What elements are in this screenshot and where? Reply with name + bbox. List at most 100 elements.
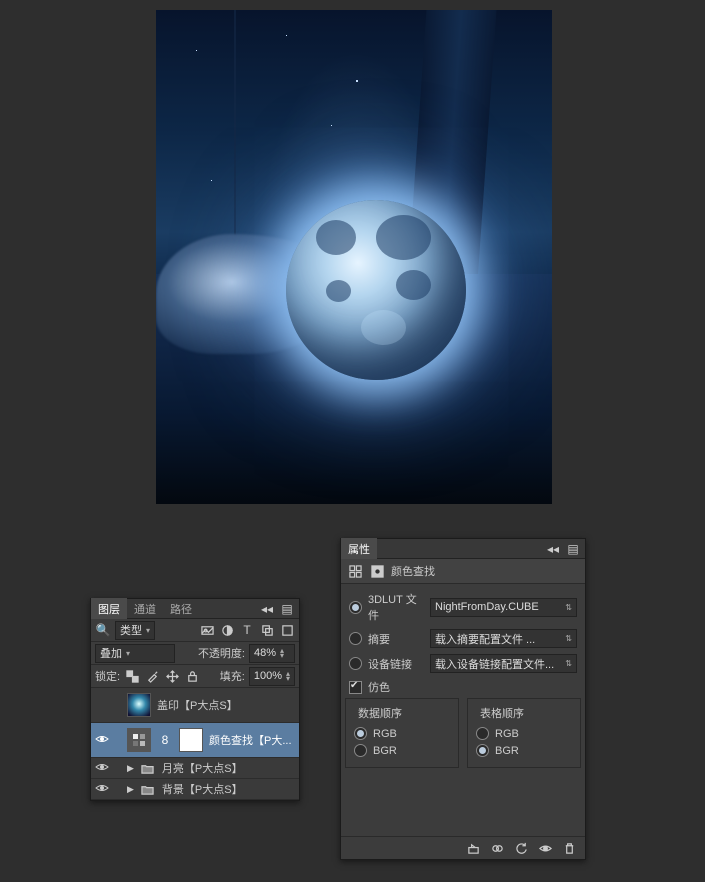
lock-all-icon[interactable] [184, 668, 200, 684]
properties-header: 颜色查找 [341, 559, 585, 584]
lock-label: 锁定: [95, 668, 120, 684]
fill-label: 填充: [220, 668, 245, 684]
devlink-label: 设备链接 [368, 656, 424, 672]
devlink-row: 设备链接 载入设备链接配置文件... ⇅ [341, 651, 585, 676]
abstract-dropdown[interactable]: 载入摘要配置文件 ... ⇅ [430, 629, 577, 648]
radio-table-bgr[interactable] [476, 744, 489, 757]
table-order-title: 表格顺序 [476, 705, 572, 721]
folder-icon [140, 760, 156, 776]
mask-icon[interactable] [369, 563, 385, 579]
blend-mode-dropdown[interactable]: 叠加 ▾ [95, 644, 175, 663]
link-icon[interactable]: 8 [157, 732, 173, 748]
opacity-label: 不透明度: [198, 645, 245, 661]
clip-icon[interactable] [465, 840, 481, 856]
lut-row: 3DLUT 文件 NightFromDay.CUBE ⇅ [341, 588, 585, 626]
visibility-toggle[interactable] [95, 732, 109, 749]
layer-row[interactable]: 8 颜色查找【P大... [91, 723, 299, 758]
lock-trans-icon[interactable] [124, 668, 140, 684]
tab-paths[interactable]: 路径 [163, 598, 199, 619]
checkbox-dither[interactable] [349, 681, 362, 694]
lut-dropdown[interactable]: NightFromDay.CUBE ⇅ [430, 598, 577, 617]
rgb-label: RGB [495, 728, 519, 740]
previous-icon[interactable] [489, 840, 505, 856]
data-order-group: 数据顺序 RGB BGR [345, 698, 459, 768]
stepper-icon: ▴▾ [280, 648, 284, 658]
opacity-value: 48% [254, 647, 276, 659]
layer-name[interactable]: 盖印【P大点S】 [157, 697, 295, 713]
layer-row[interactable]: 盖印【P大点S】 [91, 688, 299, 723]
expand-icon[interactable]: ▶ [127, 784, 134, 795]
filter-kind-dropdown[interactable]: 类型 ▾ [115, 621, 155, 640]
panel-menu-icon[interactable]: ▤ [565, 541, 581, 557]
stepper-icon: ▴▾ [286, 671, 290, 681]
properties-panel: 属性 ◂◂ ▤ 颜色查找 3DLUT 文件 NightFromDay.CUBE … [340, 538, 586, 860]
fill-field[interactable]: 100% ▴▾ [249, 667, 295, 686]
search-icon[interactable]: 🔍 [95, 622, 111, 638]
tab-properties[interactable]: 属性 [341, 538, 377, 559]
radio-table-rgb[interactable] [476, 727, 489, 740]
chevron-down-icon: ▾ [126, 649, 130, 658]
visibility-toggle[interactable] [95, 781, 109, 798]
devlink-value: 载入设备链接配置文件... [435, 656, 554, 672]
lut-value: NightFromDay.CUBE [435, 601, 539, 613]
grid-icon[interactable] [347, 563, 363, 579]
chevron-down-icon: ▾ [146, 626, 150, 635]
star [286, 35, 287, 36]
rgb-label: RGB [373, 728, 397, 740]
tab-layers[interactable]: 图层 [91, 598, 127, 619]
document-canvas[interactable] [156, 10, 552, 504]
layer-row[interactable]: ▶ 背景【P大点S】 [91, 779, 299, 800]
mask-thumb[interactable] [179, 728, 203, 752]
lock-paint-icon[interactable] [144, 668, 160, 684]
blend-row: 叠加 ▾ 不透明度: 48% ▴▾ [91, 642, 299, 665]
collapse-icon[interactable]: ◂◂ [259, 601, 275, 617]
blend-mode-value: 叠加 [100, 645, 122, 661]
devlink-dropdown[interactable]: 载入设备链接配置文件... ⇅ [430, 654, 577, 673]
order-section: 数据顺序 RGB BGR 表格顺序 RGB BGR [341, 698, 585, 768]
collapse-icon[interactable]: ◂◂ [545, 541, 561, 557]
layer-name[interactable]: 颜色查找【P大... [209, 732, 295, 748]
visibility-icon[interactable] [537, 840, 553, 856]
fill-value: 100% [254, 670, 282, 682]
layers-panel-tabs: 图层 通道 路径 ◂◂ ▤ [91, 599, 299, 619]
filter-shape-icon[interactable] [259, 622, 275, 638]
table-order-group: 表格顺序 RGB BGR [467, 698, 581, 768]
radio-data-bgr[interactable] [354, 744, 367, 757]
star [211, 180, 212, 181]
radio-data-rgb[interactable] [354, 727, 367, 740]
filter-type-icon[interactable]: T [239, 622, 255, 638]
layer-name[interactable]: 月亮【P大点S】 [162, 760, 295, 776]
adjust-icon-thumb[interactable] [127, 728, 151, 752]
layer-list: 盖印【P大点S】 8 颜色查找【P大... ▶ 月亮【P大点S】 ▶ 背景【P大… [91, 688, 299, 800]
layer-row[interactable]: ▶ 月亮【P大点S】 [91, 758, 299, 779]
radio-3dlut[interactable] [349, 601, 362, 614]
moon [286, 200, 466, 380]
expand-icon[interactable]: ▶ [127, 763, 134, 774]
filter-pixel-icon[interactable] [199, 622, 215, 638]
abstract-label: 摘要 [368, 631, 424, 647]
lock-row: 锁定: 填充: 100% ▴▾ [91, 665, 299, 688]
reset-icon[interactable] [513, 840, 529, 856]
panel-menu-icon[interactable]: ▤ [279, 601, 295, 617]
visibility-toggle[interactable] [95, 760, 109, 777]
trash-icon[interactable] [561, 840, 577, 856]
lock-move-icon[interactable] [164, 668, 180, 684]
star [196, 50, 197, 51]
lut-label: 3DLUT 文件 [368, 591, 424, 623]
data-order-title: 数据顺序 [354, 705, 450, 721]
layer-name[interactable]: 背景【P大点S】 [162, 781, 295, 797]
filter-kind-label: 类型 [120, 622, 142, 638]
opacity-field[interactable]: 48% ▴▾ [249, 644, 295, 663]
tab-channels[interactable]: 通道 [127, 598, 163, 619]
layer-thumb[interactable] [127, 693, 151, 717]
chevron-updown-icon: ⇅ [565, 659, 572, 668]
radio-devlink[interactable] [349, 657, 362, 670]
chevron-updown-icon: ⇅ [565, 603, 572, 612]
filter-smart-icon[interactable] [279, 622, 295, 638]
radio-abstract[interactable] [349, 632, 362, 645]
bgr-label: BGR [373, 745, 397, 757]
filter-adjust-icon[interactable] [219, 622, 235, 638]
dither-label: 仿色 [368, 679, 390, 695]
abstract-row: 摘要 载入摘要配置文件 ... ⇅ [341, 626, 585, 651]
star [356, 80, 358, 82]
